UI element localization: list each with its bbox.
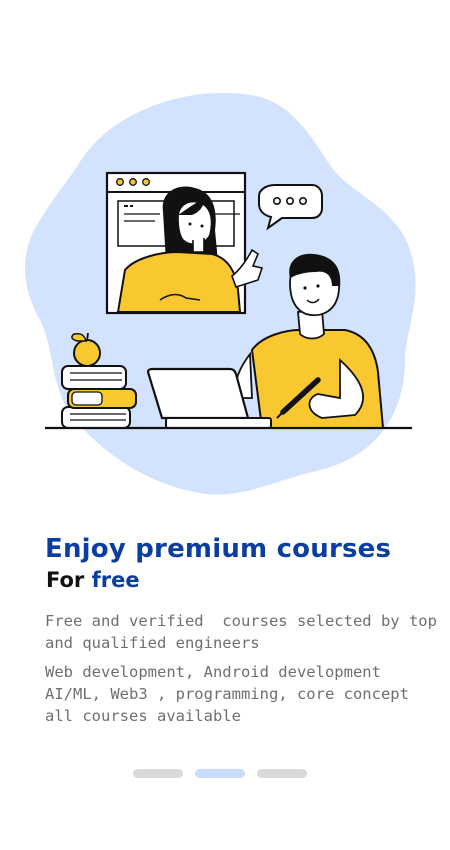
subheadline-accent: free — [91, 568, 140, 592]
onboarding-description: Free and verified courses selected by to… — [45, 610, 437, 654]
course-list-line: AI/ML, Web3 , programming, core concept — [45, 685, 409, 703]
description-line: and qualified engineers — [45, 634, 260, 652]
course-list-line: all courses available — [45, 707, 241, 725]
subheadline-prefix: For — [46, 568, 92, 592]
description-line: Free and verified courses selected by to… — [45, 612, 437, 630]
onboarding-course-list: Web development, Android development AI/… — [45, 661, 420, 727]
onboarding-subheadline: For free — [46, 568, 140, 592]
course-list-line: Web development, Android development — [45, 663, 381, 681]
onboarding-headline: Enjoy premium courses — [45, 534, 392, 564]
onboarding-illustration — [25, 92, 416, 495]
page-indicator — [133, 769, 307, 778]
page-indicator-dot-2[interactable] — [195, 769, 245, 778]
window-dots-icon — [116, 178, 150, 186]
page-indicator-dot-3[interactable] — [257, 769, 307, 778]
page-indicator-dot-1[interactable] — [133, 769, 183, 778]
